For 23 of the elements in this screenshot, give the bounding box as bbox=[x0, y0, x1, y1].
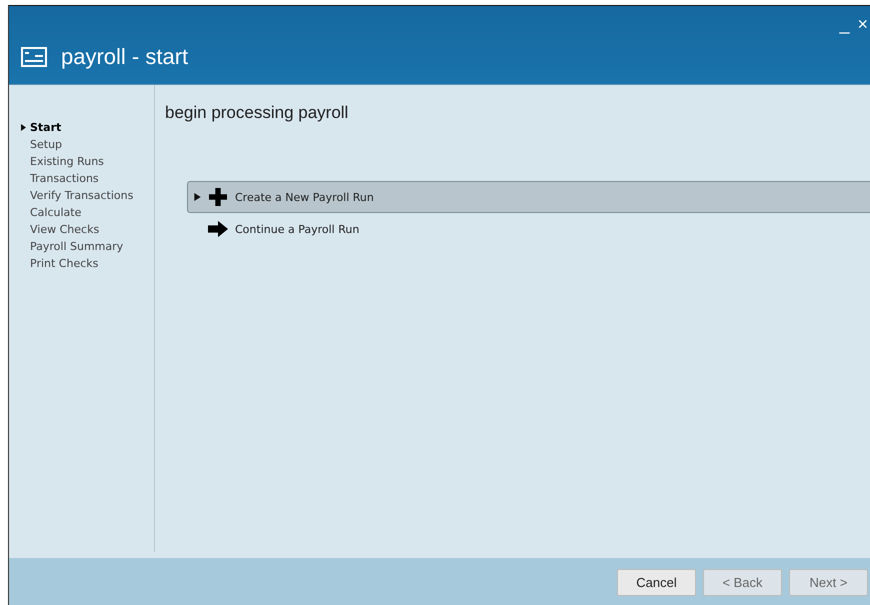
expand-arrow-icon bbox=[194, 193, 201, 201]
close-button[interactable]: × bbox=[855, 12, 870, 36]
page-heading: begin processing payroll bbox=[165, 103, 350, 123]
current-step-icon bbox=[21, 124, 26, 131]
arrow-right-icon bbox=[208, 220, 228, 238]
card-icon bbox=[21, 47, 47, 67]
sidebar-item[interactable]: Print Checks bbox=[21, 255, 154, 272]
sidebar-item[interactable]: View Checks bbox=[21, 221, 154, 238]
sidebar-item[interactable]: Existing Runs bbox=[21, 153, 154, 170]
sidebar-item[interactable]: Calculate bbox=[21, 204, 154, 221]
plus-icon bbox=[208, 188, 228, 206]
sidebar-item[interactable]: Payroll Summary bbox=[21, 238, 154, 255]
wizard-button[interactable]: Cancel bbox=[617, 568, 696, 596]
sidebar-item[interactable]: Setup bbox=[21, 136, 154, 153]
option-label: Continue a Payroll Run bbox=[235, 222, 360, 236]
window-title: payroll - start bbox=[61, 44, 188, 70]
option-row[interactable]: Continue a Payroll Run bbox=[187, 213, 870, 245]
minimize-button[interactable]: _ bbox=[837, 12, 852, 36]
sidebar-item[interactable]: Transactions bbox=[21, 170, 154, 187]
option-row[interactable]: Create a New Payroll Run bbox=[187, 181, 870, 213]
sidebar-item[interactable]: Start bbox=[21, 119, 154, 136]
sidebar-item[interactable]: Verify Transactions bbox=[21, 187, 154, 204]
option-label: Create a New Payroll Run bbox=[235, 190, 374, 204]
